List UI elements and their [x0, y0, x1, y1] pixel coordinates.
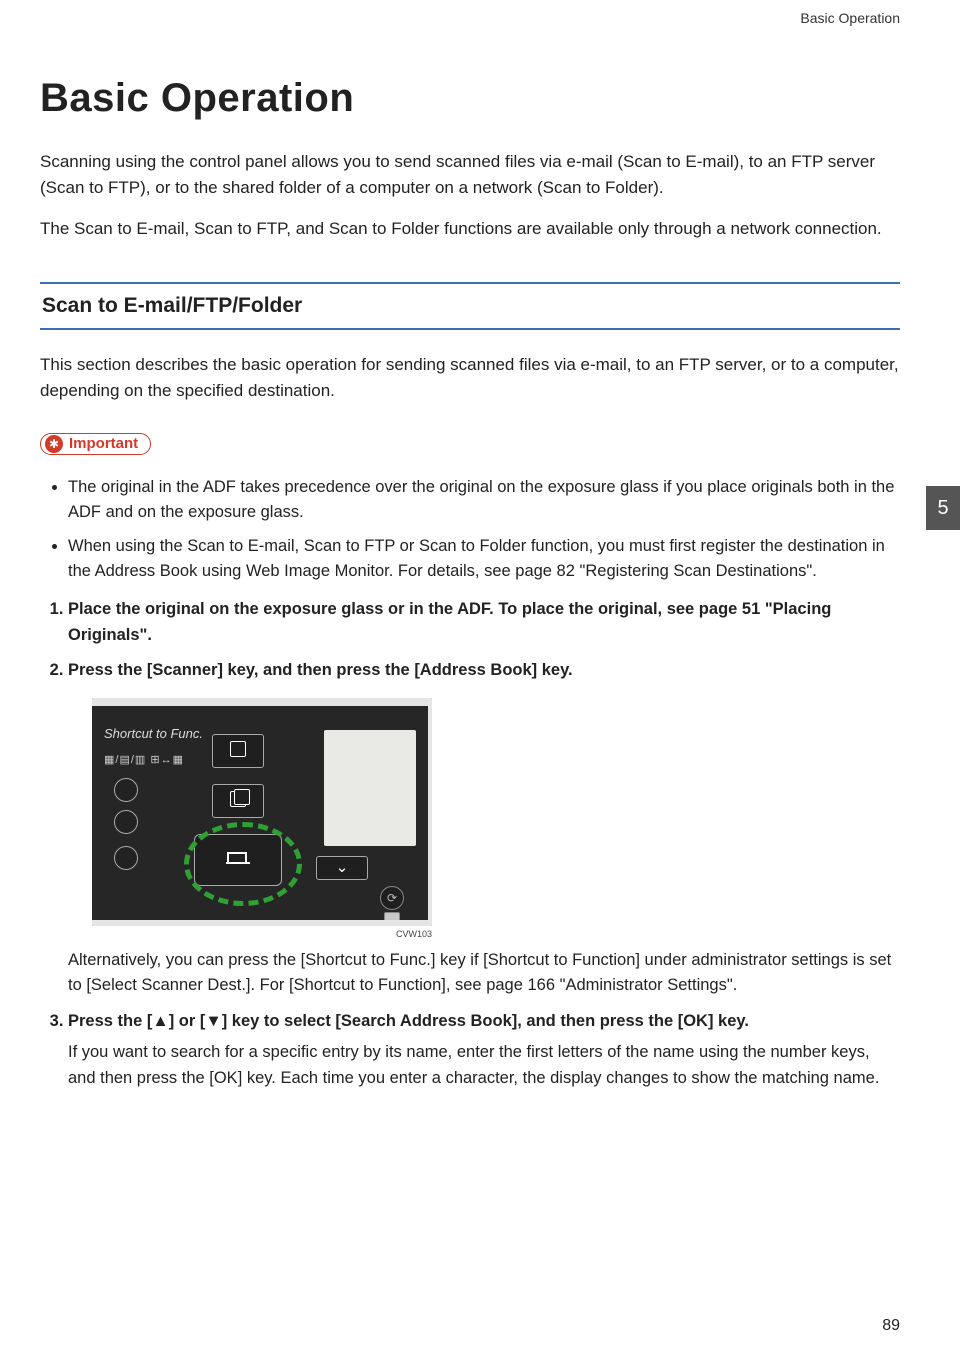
- important-bullet-1: The original in the ADF takes precedence…: [68, 475, 900, 526]
- panel-key-idcopy: [212, 784, 264, 818]
- figure-caption: CVW103: [92, 928, 432, 942]
- copy-key-icon: [230, 741, 246, 760]
- section-heading-bar: Scan to E-mail/FTP/Folder: [40, 282, 900, 330]
- control-panel-illustration: Shortcut to Func. ▦/▤/▥ ⊞↔▦: [92, 698, 432, 926]
- panel-indicator-led: [384, 912, 400, 922]
- panel-mode-icons: ▦/▤/▥ ⊞↔▦: [104, 752, 184, 769]
- scanner-key-icon: [224, 847, 252, 872]
- important-bullet-2: When using the Scan to E-mail, Scan to F…: [68, 534, 900, 585]
- procedure-steps: Place the original on the exposure glass…: [40, 597, 900, 1091]
- important-star-icon: ✱: [45, 435, 63, 453]
- important-badge: ✱ Important: [40, 433, 151, 455]
- step-1: Place the original on the exposure glass…: [68, 597, 900, 648]
- panel-round-button-1: [114, 778, 138, 802]
- step-3: Press the [▲] or [▼] key to select [Sear…: [68, 1009, 900, 1092]
- important-label: Important: [69, 435, 138, 452]
- panel-round-button-2: [114, 810, 138, 834]
- step-1-head: Place the original on the exposure glass…: [68, 597, 900, 648]
- panel-key-power: ⟳: [380, 886, 404, 910]
- intro-paragraph-2: The Scan to E-mail, Scan to FTP, and Sca…: [40, 216, 900, 242]
- down-chevron-icon: ⌄: [336, 860, 349, 875]
- running-header: Basic Operation: [40, 10, 900, 26]
- intro-paragraph-1: Scanning using the control panel allows …: [40, 149, 900, 202]
- shortcut-to-func-label: Shortcut to Func.: [104, 724, 203, 744]
- step-2-body: Alternatively, you can press the [Shortc…: [68, 948, 900, 999]
- panel-key-down: ⌄: [316, 856, 368, 880]
- panel-round-button-3: [114, 846, 138, 870]
- idcopy-key-icon: [230, 791, 246, 810]
- panel-key-copy: [212, 734, 264, 768]
- panel-key-scanner: [194, 834, 282, 886]
- section-heading: Scan to E-mail/FTP/Folder: [42, 294, 900, 318]
- section-lead: This section describes the basic operati…: [40, 352, 900, 405]
- page-number: 89: [882, 1317, 900, 1335]
- important-bullets: The original in the ADF takes precedence…: [40, 475, 900, 585]
- power-icon: ⟳: [387, 892, 397, 904]
- step-2: Press the [Scanner] key, and then press …: [68, 658, 900, 999]
- control-panel-figure: Shortcut to Func. ▦/▤/▥ ⊞↔▦: [92, 698, 900, 942]
- step-3-head: Press the [▲] or [▼] key to select [Sear…: [68, 1009, 900, 1035]
- page-title: Basic Operation: [40, 76, 900, 121]
- chapter-tab: 5: [926, 486, 960, 530]
- panel-right-edge: [428, 706, 432, 920]
- step-2-head: Press the [Scanner] key, and then press …: [68, 658, 900, 684]
- panel-lcd-screen: [324, 730, 416, 846]
- step-3-body: If you want to search for a specific ent…: [68, 1040, 900, 1091]
